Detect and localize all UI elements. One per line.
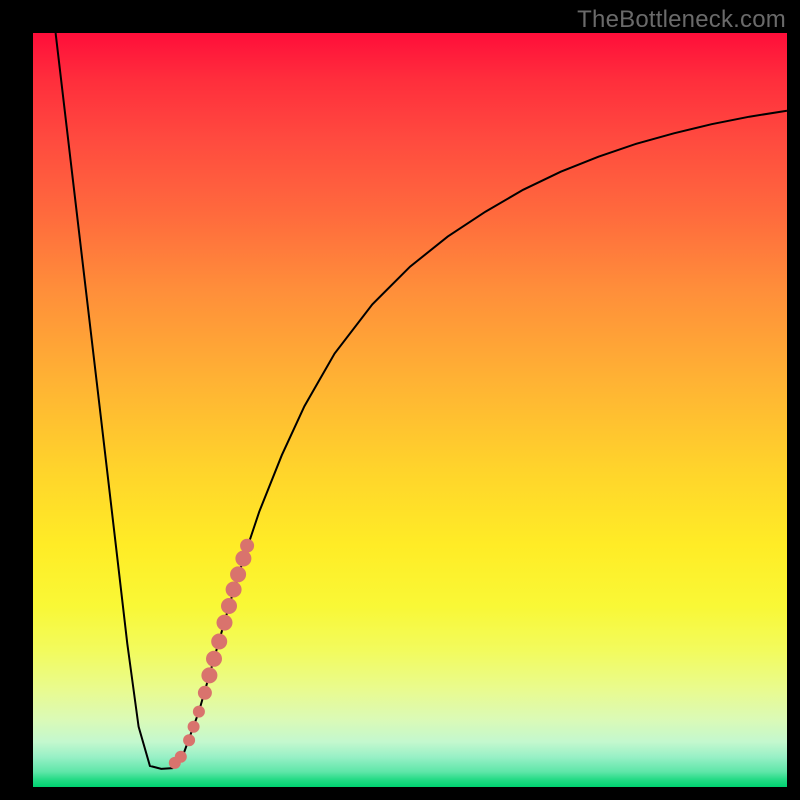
data-dot: [226, 582, 242, 598]
data-dot: [221, 598, 237, 614]
chart-frame: TheBottleneck.com: [0, 0, 800, 800]
data-dots: [169, 539, 254, 769]
data-dot: [206, 651, 222, 667]
data-dot: [211, 634, 227, 650]
data-dot: [188, 721, 200, 733]
data-dot: [193, 706, 205, 718]
data-dot: [201, 667, 217, 683]
watermark-text: TheBottleneck.com: [577, 6, 786, 34]
chart-svg: [33, 33, 787, 787]
data-dot: [235, 551, 251, 567]
bottleneck-curve: [56, 33, 787, 769]
plot-area: [33, 33, 787, 787]
data-dot: [217, 615, 233, 631]
data-dot: [175, 751, 187, 763]
data-dot: [198, 686, 212, 700]
data-dot: [183, 734, 195, 746]
data-dot: [240, 539, 254, 553]
data-dot: [230, 566, 246, 582]
